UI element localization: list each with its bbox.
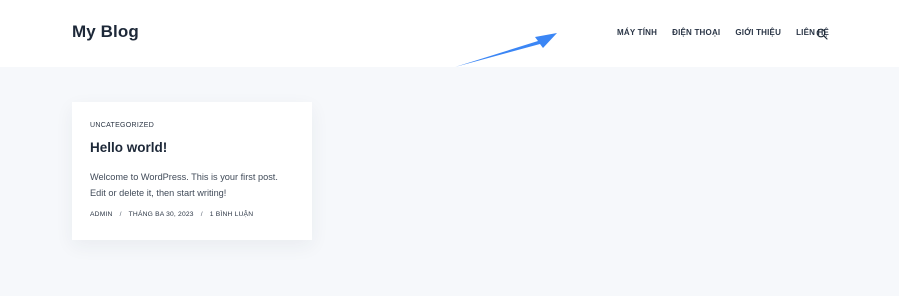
- post-author-link[interactable]: ADMIN: [90, 211, 113, 218]
- post-title-link[interactable]: Hello world!: [90, 140, 167, 155]
- nav-item-gioi-thieu[interactable]: GIỚI THIỆU: [735, 27, 781, 39]
- post-meta: ADMIN / THÁNG BA 30, 2023 / 1 BÌNH LUẬN: [90, 211, 253, 218]
- post-excerpt-line: Welcome to WordPress. This is your first…: [90, 172, 278, 182]
- meta-separator: /: [119, 211, 122, 218]
- post-excerpt: Welcome to WordPress. This is your first…: [90, 170, 300, 201]
- search-button[interactable]: [816, 27, 828, 40]
- nav-item-dien-thoai[interactable]: ĐIỆN THOẠI: [672, 27, 720, 39]
- post-card: UNCATEGORIZED Hello world! Welcome to Wo…: [72, 102, 312, 240]
- post-comments-link[interactable]: 1 BÌNH LUẬN: [210, 211, 253, 218]
- nav-item-may-tinh[interactable]: MÁY TÍNH: [617, 27, 657, 39]
- main-navigation: MÁY TÍNH ĐIỆN THOẠI GIỚI THIỆU LIÊN HỆ: [617, 27, 829, 39]
- post-date-link[interactable]: THÁNG BA 30, 2023: [129, 211, 194, 218]
- post-excerpt-line: Edit or delete it, then start writing!: [90, 187, 227, 198]
- annotation-arrow-icon: [455, 33, 557, 67]
- meta-separator: /: [200, 211, 203, 218]
- search-icon: [816, 28, 828, 40]
- site-title[interactable]: My Blog: [72, 22, 139, 42]
- post-category-link[interactable]: UNCATEGORIZED: [90, 122, 154, 129]
